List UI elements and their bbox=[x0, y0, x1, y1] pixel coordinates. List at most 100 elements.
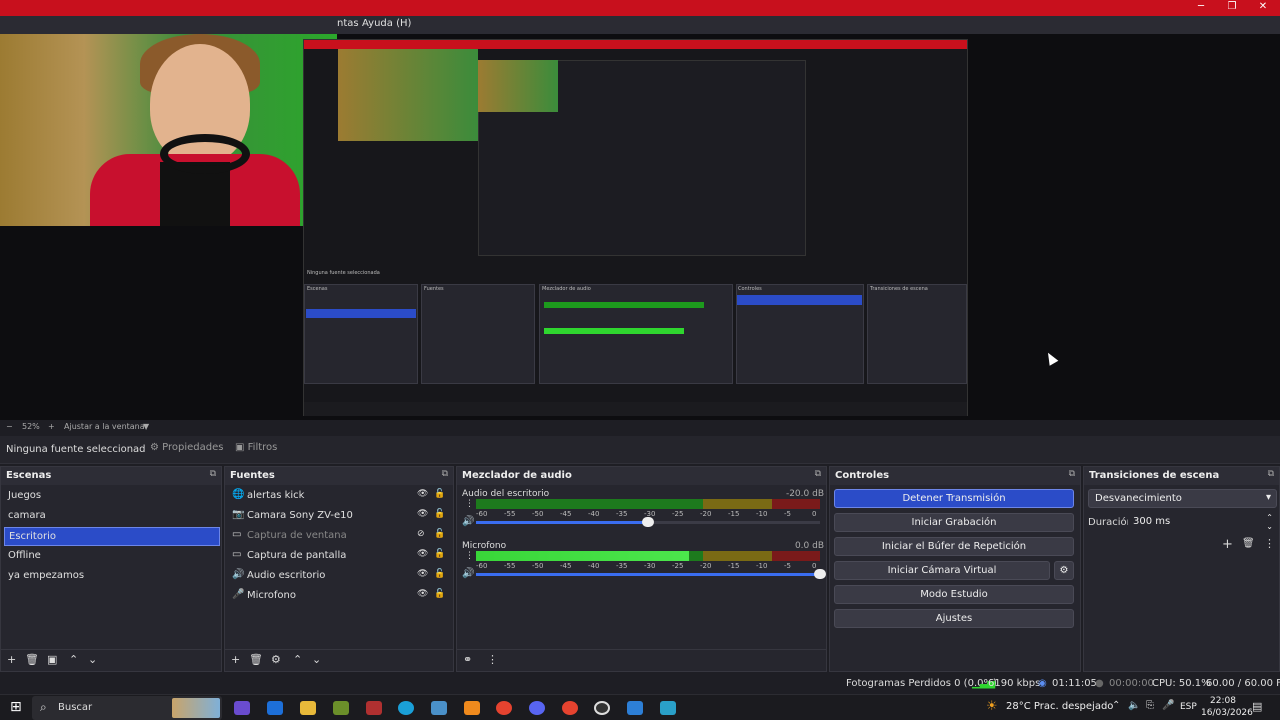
outlook-icon[interactable] bbox=[267, 701, 283, 715]
link-icon[interactable]: ⚭ bbox=[463, 653, 472, 666]
nested-label: Ninguna fuente seleccionada bbox=[307, 270, 380, 276]
popout-icon[interactable]: ⧉ bbox=[210, 469, 216, 479]
chevron-down-icon[interactable]: ⌄ bbox=[312, 653, 321, 666]
source-item[interactable]: ▭ Captura de pantalla 👁 🔓 bbox=[229, 547, 445, 566]
stop-stream-button[interactable]: Detener Transmisión bbox=[834, 489, 1074, 508]
fit-window-button[interactable]: Ajustar a la ventana bbox=[64, 422, 145, 431]
nested-label: Transiciones de escena bbox=[870, 286, 928, 292]
studio-mode-button[interactable]: Modo Estudio bbox=[834, 585, 1074, 604]
menu-ayuda[interactable]: Ayuda (H) bbox=[362, 18, 411, 29]
selected-source-label: Ninguna fuente seleccionad bbox=[6, 444, 146, 455]
menu-icon[interactable]: ⋮ bbox=[465, 551, 474, 561]
scene-item[interactable]: Offline bbox=[4, 547, 220, 566]
copilot-icon[interactable] bbox=[234, 701, 250, 715]
mixer-channel: Audio del escritorio -20.0 dB ⋮ -60 -55 -50 -4… bbox=[462, 489, 824, 539]
file-explorer-icon[interactable] bbox=[300, 701, 316, 715]
chevron-up-icon[interactable]: ⌃ bbox=[69, 653, 78, 666]
popout-icon[interactable]: ⧉ bbox=[442, 469, 448, 479]
taskbar-search[interactable]: ⌕ Buscar bbox=[32, 696, 222, 720]
scene-item-active[interactable]: Escritorio bbox=[4, 527, 220, 546]
restore-button[interactable]: ❐ bbox=[1217, 0, 1247, 16]
chevron-up-icon[interactable]: ⌃ bbox=[293, 653, 302, 666]
menu-icon[interactable]: ⋮ bbox=[465, 499, 474, 509]
zoom-out-button[interactable]: − bbox=[6, 422, 13, 431]
preview-area[interactable]: Ninguna fuente seleccionada Escenas Fuen… bbox=[0, 34, 1280, 420]
eye-hidden-icon[interactable]: ⊘ bbox=[417, 529, 425, 539]
menu-icon[interactable]: ⋮ bbox=[487, 653, 498, 666]
minimize-button[interactable]: ─ bbox=[1186, 0, 1216, 16]
add-icon[interactable]: + bbox=[7, 653, 16, 666]
clock-date[interactable]: 16/03/2026 bbox=[1201, 708, 1253, 718]
transition-select[interactable]: Desvanecimiento ▾ bbox=[1088, 489, 1277, 508]
add-icon[interactable]: + bbox=[231, 653, 240, 666]
properties-button[interactable]: ⚙ Propiedades bbox=[150, 442, 223, 453]
menu-ventanas[interactable]: ntas bbox=[337, 18, 359, 29]
add-icon[interactable]: + bbox=[1222, 537, 1233, 552]
chrome-icon[interactable] bbox=[496, 701, 512, 715]
speaker-icon[interactable]: 🔊 bbox=[462, 568, 474, 579]
popout-icon[interactable]: ⧉ bbox=[815, 469, 821, 479]
gear-icon[interactable]: ⚙ bbox=[1054, 561, 1074, 580]
gear-icon[interactable]: ⚙ bbox=[271, 653, 281, 666]
vlc-icon[interactable] bbox=[464, 701, 480, 715]
eye-icon[interactable]: 👁 bbox=[417, 489, 428, 499]
lock-icon[interactable]: 🔓 bbox=[434, 589, 445, 599]
source-item[interactable]: 🌐 alertas kick 👁 🔓 bbox=[229, 487, 445, 506]
winrar-icon[interactable] bbox=[366, 701, 382, 715]
source-item[interactable]: 📷 Camara Sony ZV-e10 👁 🔓 bbox=[229, 507, 445, 526]
lock-icon[interactable]: 🔓 bbox=[434, 569, 445, 579]
app-icon[interactable] bbox=[660, 701, 676, 715]
eye-icon[interactable]: 👁 bbox=[417, 589, 428, 599]
lock-icon[interactable]: 🔓 bbox=[434, 529, 445, 539]
volume-icon[interactable]: 🔈 bbox=[1128, 700, 1140, 711]
language[interactable]: ESP bbox=[1180, 702, 1197, 712]
filters-button[interactable]: ▣ Filtros bbox=[235, 442, 277, 453]
eye-icon[interactable]: 👁 bbox=[417, 569, 428, 579]
start-recording-button[interactable]: Iniciar Grabación bbox=[834, 513, 1074, 532]
eye-icon[interactable]: 👁 bbox=[417, 549, 428, 559]
scene-item[interactable]: camara bbox=[4, 507, 220, 526]
menu-icon[interactable]: ⋮ bbox=[1264, 537, 1275, 550]
close-button[interactable]: ✕ bbox=[1248, 0, 1278, 16]
volume-slider[interactable] bbox=[476, 517, 820, 527]
clock-time[interactable]: 22:08 bbox=[1210, 696, 1236, 706]
filter-icon[interactable]: ▣ bbox=[47, 653, 57, 666]
lock-icon[interactable]: 🔓 bbox=[434, 489, 445, 499]
scene-item[interactable]: Juegos bbox=[4, 487, 220, 506]
replay-buffer-button[interactable]: Iniciar el Búfer de Repetición bbox=[834, 537, 1074, 556]
notification-icon[interactable]: ▤ bbox=[1252, 700, 1262, 713]
lock-icon[interactable]: 🔓 bbox=[434, 549, 445, 559]
source-item[interactable]: 🎤 Microfono 👁 🔓 bbox=[229, 587, 445, 606]
popout-icon[interactable]: ⧉ bbox=[1069, 469, 1075, 479]
source-item[interactable]: ▭ Captura de ventana ⊘ 🔓 bbox=[229, 527, 445, 546]
trash-icon[interactable]: 🗑 bbox=[1242, 538, 1255, 549]
photos-icon[interactable] bbox=[627, 701, 643, 715]
app-icon[interactable] bbox=[431, 701, 447, 715]
chevron-down-icon[interactable]: ⌄ bbox=[88, 653, 97, 666]
trash-icon[interactable]: 🗑 bbox=[25, 653, 39, 666]
chrome-profile-icon[interactable] bbox=[562, 701, 578, 715]
chevron-down-icon[interactable]: ▼ bbox=[143, 422, 149, 431]
microphone-icon[interactable]: 🎤 bbox=[1162, 700, 1174, 711]
popout-icon[interactable]: ⧉ bbox=[1268, 469, 1274, 479]
settings-button[interactable]: Ajustes bbox=[834, 609, 1074, 628]
obs-icon[interactable] bbox=[594, 701, 610, 715]
discord-icon[interactable] bbox=[529, 701, 545, 715]
zoom-in-button[interactable]: + bbox=[48, 422, 55, 431]
eye-icon[interactable]: 👁 bbox=[417, 509, 428, 519]
volume-slider[interactable] bbox=[476, 569, 826, 579]
lock-icon[interactable]: 🔓 bbox=[434, 509, 445, 519]
edge-icon[interactable] bbox=[398, 701, 414, 715]
scene-item[interactable]: ya empezamos bbox=[4, 567, 220, 586]
duration-input[interactable]: 300 ms ⌃ ⌄ bbox=[1128, 513, 1277, 532]
virtual-camera-button[interactable]: Iniciar Cámara Virtual bbox=[834, 561, 1050, 580]
source-item[interactable]: 🔊 Audio escritorio 👁 🔓 bbox=[229, 567, 445, 586]
windows-start-icon[interactable]: ⊞ bbox=[10, 699, 22, 715]
trash-icon[interactable]: 🗑 bbox=[249, 653, 263, 666]
tray-chevron-icon[interactable]: ⌃ bbox=[1112, 700, 1120, 711]
network-icon[interactable]: ⎘ bbox=[1146, 700, 1154, 711]
speaker-icon[interactable]: 🔊 bbox=[462, 516, 474, 527]
tick-label: -25 bbox=[672, 562, 684, 570]
stepper-icon[interactable]: ⌃ ⌄ bbox=[1266, 513, 1273, 531]
minecraft-icon[interactable] bbox=[333, 701, 349, 715]
